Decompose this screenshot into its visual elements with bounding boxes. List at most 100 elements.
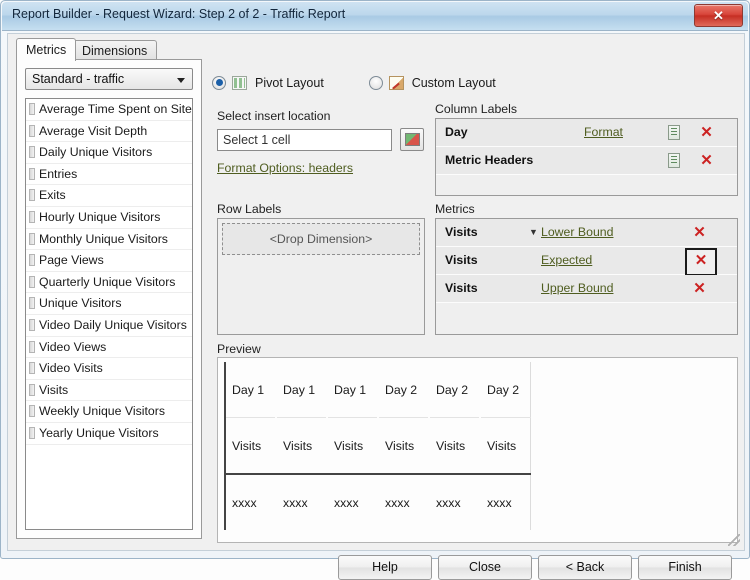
row-name: Metric Headers — [445, 153, 534, 167]
list-item[interactable]: Quarterly Unique Visitors — [26, 272, 192, 294]
tab-metrics[interactable]: Metrics — [16, 38, 77, 61]
table-row[interactable]: Visits Upper Bound ✕ — [436, 275, 737, 303]
preview-cell: xxxx — [480, 474, 531, 530]
metrics-panel: Standard - traffic Average Time Spent on… — [16, 59, 202, 539]
preview-cell: xxxx — [378, 474, 430, 530]
metric-list[interactable]: Average Time Spent on Site Average Visit … — [25, 98, 193, 530]
list-item-label: Hourly Unique Visitors — [39, 209, 161, 224]
row-labels-dropzone[interactable]: <Drop Dimension> — [222, 223, 420, 255]
preview-cell: Day 1 — [327, 362, 379, 418]
list-item-label: Yearly Unique Visitors — [39, 425, 159, 440]
list-item-label: Daily Unique Visitors — [39, 145, 153, 160]
resize-grip[interactable] — [728, 534, 740, 546]
metric-icon — [29, 189, 35, 202]
cell-picker-button[interactable] — [400, 128, 424, 151]
list-item-label: Unique Visitors — [39, 296, 122, 311]
format-options-link[interactable]: Format Options: headers — [217, 161, 353, 175]
chevron-down-icon — [177, 78, 185, 83]
list-item[interactable]: Page Views — [26, 250, 192, 272]
window-close-button[interactable]: ✕ — [694, 4, 743, 27]
metrics-rows-panel: Visits ▼ Lower Bound ✕ Visits Expected ✕ Visits… — [435, 218, 738, 335]
metric-icon — [29, 405, 35, 418]
list-item-label: Weekly Unique Visitors — [39, 404, 165, 419]
list-item[interactable]: Daily Unique Visitors — [26, 142, 192, 164]
row-name: Visits — [445, 281, 478, 295]
preview-row: Visits Visits Visits Visits Visits Visits — [224, 417, 531, 475]
window-title: Report Builder - Request Wizard: Step 2 … — [12, 7, 346, 21]
metric-icon — [29, 232, 35, 245]
list-item-label: Visits — [39, 382, 69, 397]
radio-custom-layout[interactable] — [368, 75, 383, 90]
list-item[interactable]: Unique Visitors — [26, 293, 192, 315]
list-item-label: Monthly Unique Visitors — [39, 231, 168, 246]
preview-row: xxxx xxxx xxxx xxxx xxxx xxxx — [224, 474, 531, 530]
preview-table-container: Day 1 Day 1 Day 1 Day 2 Day 2 Day 2 Visits Visi… — [217, 357, 738, 543]
metrics-list-label: Metrics — [435, 202, 475, 216]
remove-row-button[interactable]: ✕ — [685, 248, 717, 276]
metric-icon — [29, 340, 35, 353]
preview-cell: Day 2 — [480, 362, 531, 418]
metric-set-dropdown[interactable]: Standard - traffic — [25, 68, 193, 90]
metric-icon — [29, 210, 35, 223]
insert-location-input[interactable]: Select 1 cell — [217, 129, 392, 151]
sort-descending-icon[interactable]: ▼ — [529, 219, 538, 246]
list-item[interactable]: Average Time Spent on Site — [26, 99, 192, 121]
preview-cell: xxxx — [224, 474, 277, 530]
preview-cell: Day 1 — [276, 362, 328, 418]
table-row[interactable]: Metric Headers ✕ — [436, 147, 737, 175]
metric-icon — [29, 297, 35, 310]
remove-row-button[interactable]: ✕ — [697, 151, 716, 170]
list-item[interactable]: Video Views — [26, 337, 192, 359]
metric-icon — [29, 254, 35, 267]
preview-cell: xxxx — [327, 474, 379, 530]
row-link[interactable]: Expected — [541, 247, 592, 274]
metric-icon — [29, 318, 35, 331]
row-name: Day — [445, 125, 468, 139]
list-item-label: Page Views — [39, 253, 104, 268]
table-row[interactable]: Visits ▼ Lower Bound ✕ — [436, 219, 737, 247]
metric-icon — [29, 146, 35, 159]
tab-dimensions[interactable]: Dimensions — [72, 40, 158, 60]
remove-row-button[interactable]: ✕ — [697, 123, 716, 142]
table-row[interactable]: Visits Expected ✕ — [436, 247, 737, 276]
list-item[interactable]: Video Visits — [26, 358, 192, 380]
row-link[interactable]: Upper Bound — [541, 275, 613, 302]
preview-cell: Visits — [378, 417, 430, 475]
remove-row-button[interactable]: ✕ — [690, 223, 709, 242]
report-builder-window: Report Builder - Request Wizard: Step 2 … — [0, 0, 750, 580]
list-item[interactable]: Visits — [26, 380, 192, 402]
metric-icon — [29, 167, 35, 180]
list-item[interactable]: Hourly Unique Visitors — [26, 207, 192, 229]
list-item-label: Quarterly Unique Visitors — [39, 274, 176, 289]
table-row[interactable]: Day Format ✕ — [436, 119, 737, 147]
list-item-label: Video Views — [39, 339, 107, 354]
row-labels-panel: <Drop Dimension> — [217, 218, 425, 335]
row-link[interactable]: Lower Bound — [541, 219, 613, 246]
row-properties-icon[interactable] — [668, 153, 680, 168]
row-labels-label: Row Labels — [217, 202, 282, 216]
metric-set-value: Standard - traffic — [32, 72, 125, 86]
list-item-label: Entries — [39, 166, 78, 181]
metric-icon — [29, 426, 35, 439]
list-item[interactable]: Monthly Unique Visitors — [26, 229, 192, 251]
list-item[interactable]: Average Visit Depth — [26, 121, 192, 143]
metric-icon — [29, 362, 35, 375]
list-item-label: Video Daily Unique Visitors — [39, 317, 187, 332]
row-name: Visits — [445, 225, 478, 239]
metric-icon — [29, 124, 35, 137]
cell-picker-icon — [405, 133, 420, 146]
list-item[interactable]: Exits — [26, 185, 192, 207]
list-item-label: Exits — [39, 188, 66, 203]
radio-pivot-layout[interactable] — [212, 75, 226, 90]
preview-cell: xxxx — [429, 474, 481, 530]
list-item-label: Average Time Spent on Site — [39, 102, 192, 116]
remove-row-button[interactable]: ✕ — [690, 279, 709, 298]
layout-options: Pivot Layout Custom Layout — [212, 74, 496, 92]
list-item[interactable]: Video Daily Unique Visitors — [26, 315, 192, 337]
list-item[interactable]: Weekly Unique Visitors — [26, 401, 192, 423]
custom-layout-icon — [388, 75, 404, 90]
list-item[interactable]: Entries — [26, 164, 192, 186]
list-item[interactable]: Yearly Unique Visitors — [26, 423, 192, 445]
row-link[interactable]: Format — [584, 119, 623, 146]
row-properties-icon[interactable] — [668, 125, 680, 140]
